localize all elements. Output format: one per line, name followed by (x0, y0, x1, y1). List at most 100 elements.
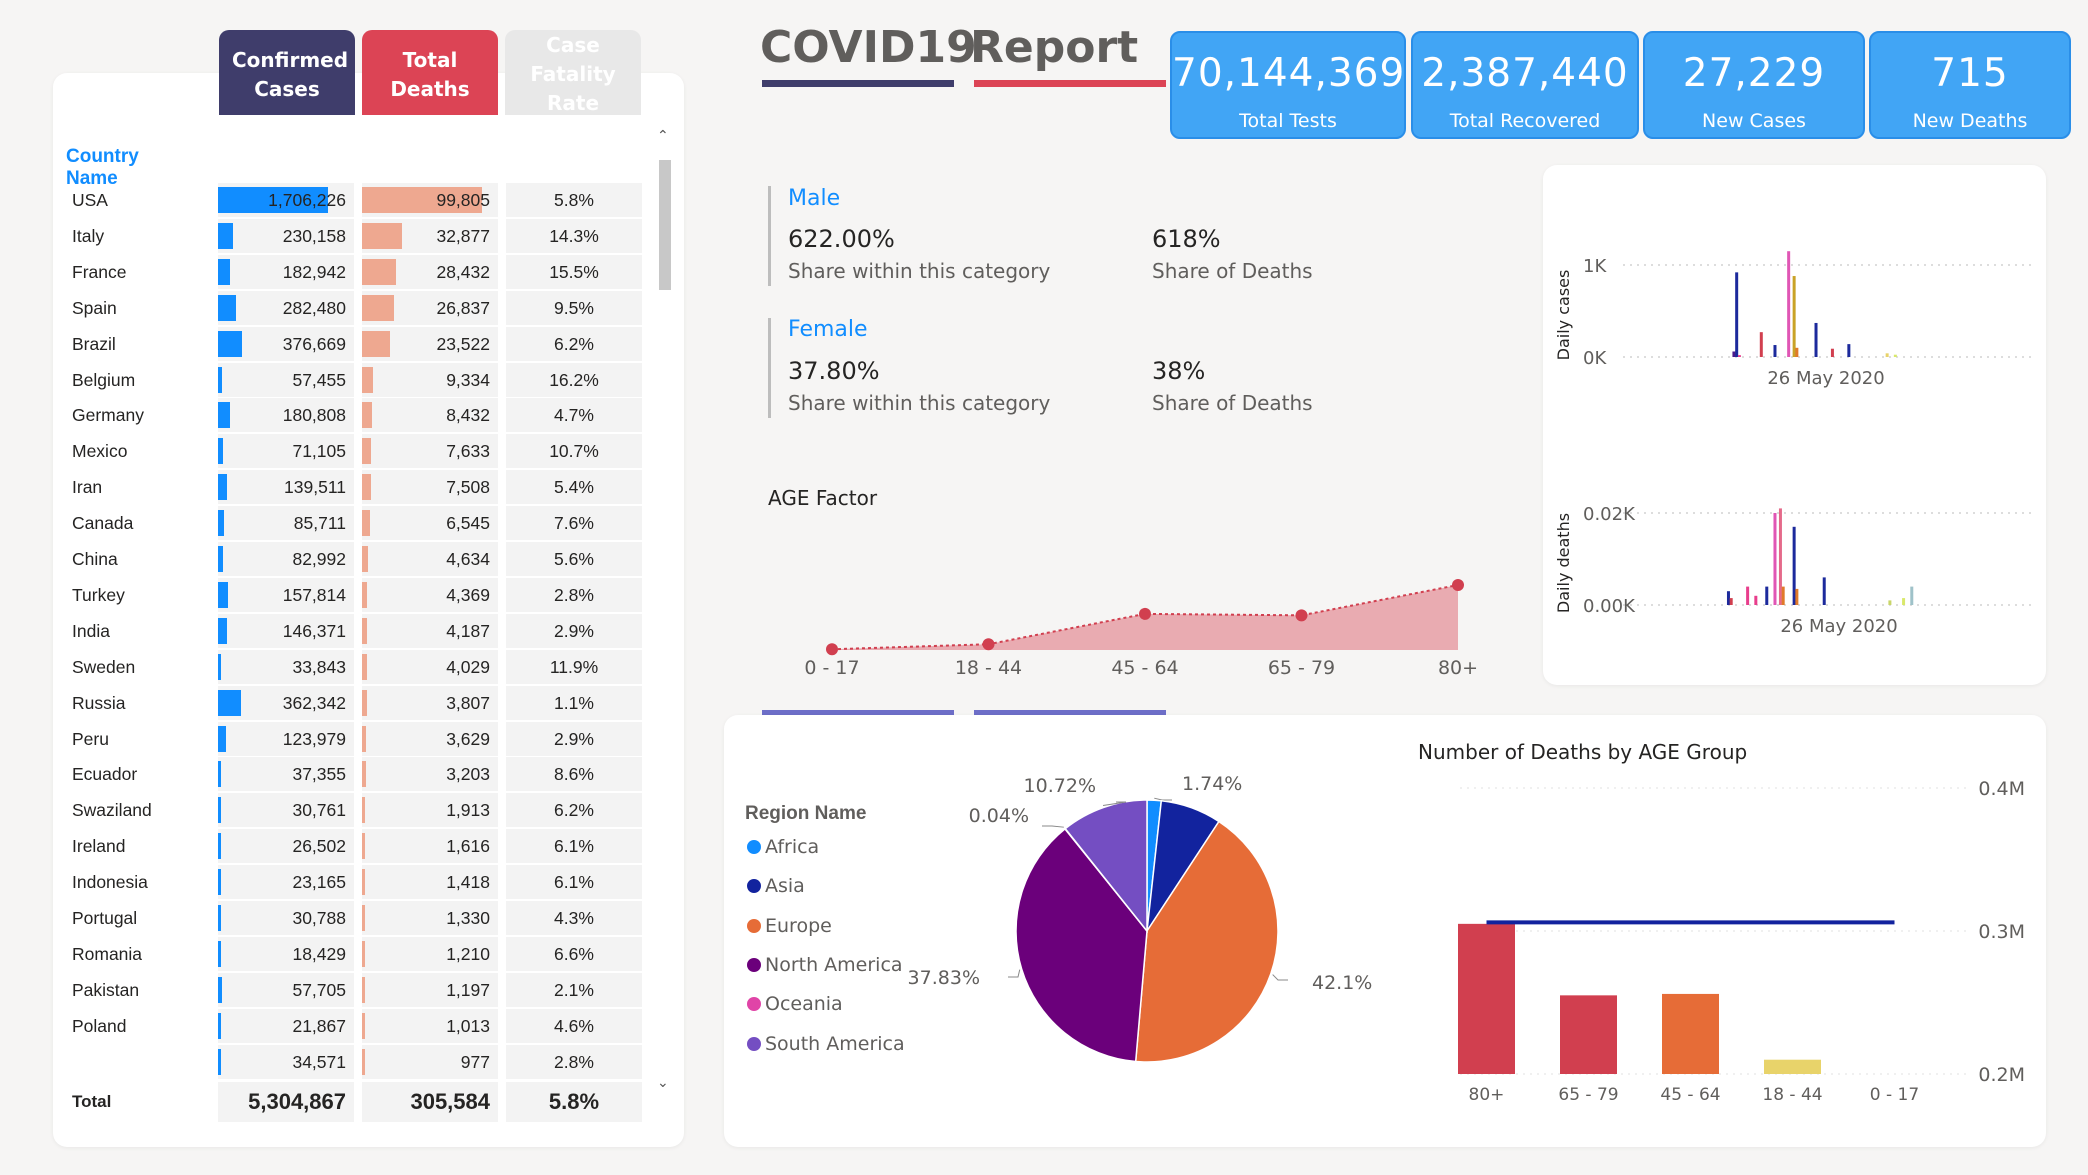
age-factor-point (1452, 579, 1464, 591)
cell-country: Mexico (72, 441, 128, 462)
scroll-up-icon[interactable]: ⌃ (657, 128, 669, 144)
cell-confirmed: 230,158 (218, 218, 354, 253)
confirmed-bar (218, 1048, 221, 1075)
age-factor-chart[interactable]: 0 - 17 18 - 44 45 - 64 65 - 79 80+ (780, 570, 1480, 685)
deaths-bar (362, 510, 370, 537)
case-fatality-rate-header-label: Case Fatality Rate (530, 33, 616, 115)
table-row[interactable]: Ecuador 37,355 3,203 8.6% (60, 757, 642, 792)
confirmed-value: 180,808 (282, 405, 346, 426)
table-scrollbar-thumb[interactable] (659, 160, 671, 290)
table-row[interactable]: Spain 282,480 26,837 9.5% (60, 290, 642, 325)
table-row[interactable]: Pakistan 57,705 1,197 2.1% (60, 972, 642, 1007)
table-row[interactable]: Sweden 33,843 4,029 11.9% (60, 649, 642, 684)
legend-label: Europe (765, 914, 832, 937)
legend-item[interactable]: North America (747, 954, 903, 976)
confirmed-bar (218, 366, 222, 393)
table-row[interactable]: Canada 85,711 6,545 7.6% (60, 506, 642, 541)
table-row[interactable]: Germany 180,808 8,432 4.7% (60, 398, 642, 433)
daily-deaths-x-label: 26 May 2020 (1780, 616, 1897, 637)
confirmed-bar (218, 869, 221, 896)
daily-deaths-bar (1795, 588, 1799, 605)
case-fatality-rate-header[interactable]: Case Fatality Rate (505, 30, 641, 115)
age-deaths-x-label: 65 - 79 (1558, 1085, 1618, 1100)
kpi-new-deaths[interactable]: 715 New Deaths (1869, 31, 2071, 139)
report-title-part1: COVID19 (760, 22, 977, 73)
age-factor-point (982, 638, 995, 651)
daily-cases-bar (1885, 353, 1889, 357)
table-row[interactable]: Russia 362,342 3,807 1.1% (60, 685, 642, 720)
table-row[interactable]: Mexico 71,105 7,633 10.7% (60, 434, 642, 469)
age-deaths-x-label: 80+ (1469, 1085, 1505, 1100)
confirmed-bar (218, 294, 237, 321)
table-row[interactable]: India 146,371 4,187 2.9% (60, 613, 642, 648)
deaths-value: 9,334 (446, 369, 490, 390)
cell-cfr: 1.1% (506, 685, 642, 720)
kpi-total-recovered[interactable]: 2,387,440 Total Recovered (1411, 31, 1639, 139)
table-row[interactable]: Belgium 57,455 9,334 16.2% (60, 362, 642, 397)
legend-item[interactable]: Oceania (747, 993, 843, 1015)
table-row[interactable]: Ireland 26,502 1,616 6.1% (60, 829, 642, 864)
deaths-value: 8,432 (446, 405, 490, 426)
pie-data-label: 1.74% (1182, 773, 1242, 795)
kpi-total-tests[interactable]: 70,144,369 Total Tests (1170, 31, 1406, 139)
table-row[interactable]: France 182,942 28,432 15.5% (60, 254, 642, 289)
cell-confirmed: 30,788 (218, 901, 354, 935)
table-row[interactable]: China 82,992 4,634 5.6% (60, 542, 642, 576)
table-row[interactable]: Brazil 376,669 23,522 6.2% (60, 326, 642, 361)
daily-deaths-bar (1781, 586, 1785, 605)
cell-confirmed: 139,511 (218, 470, 354, 505)
daily-cases-bar (1830, 348, 1834, 357)
cell-cfr: 8.6% (506, 757, 642, 792)
female-deaths-label: Share of Deaths (1152, 391, 1313, 415)
kpi-new-cases[interactable]: 27,229 New Cases (1643, 31, 1865, 139)
male-deaths-share: 618% (1152, 225, 1221, 253)
table-row[interactable]: Iran 139,511 7,508 5.4% (60, 470, 642, 505)
legend-dot (747, 997, 761, 1012)
scroll-down-icon[interactable]: ⌄ (657, 1075, 669, 1091)
cell-confirmed: 123,979 (218, 721, 354, 756)
deaths-bar (362, 546, 368, 572)
deaths-bar (362, 940, 365, 967)
male-share-label: Share within this category (788, 259, 1051, 283)
kpi-value: 2,387,440 (1421, 51, 1629, 96)
legend-item[interactable]: Europe (747, 915, 832, 937)
cell-country: Italy (72, 225, 105, 246)
cell-deaths: 4,187 (362, 613, 498, 648)
legend-item[interactable]: Africa (747, 836, 819, 858)
age-deaths-bar (1662, 993, 1719, 1074)
table-row[interactable]: Swaziland 30,761 1,913 6.2% (60, 793, 642, 828)
table-row[interactable]: Peru 123,979 3,629 2.9% (60, 721, 642, 756)
deaths-bar (362, 402, 373, 429)
cell-deaths: 3,203 (362, 757, 498, 792)
table-row[interactable]: Italy 230,158 32,877 14.3% (60, 218, 642, 253)
cell-country: Poland (72, 1015, 127, 1036)
legend-item[interactable]: South America (747, 1033, 905, 1055)
daily-cases-x-label: 26 May 2020 (1767, 368, 1884, 389)
table-row[interactable]: Indonesia 23,165 1,418 6.1% (60, 865, 642, 900)
daily-cases-bar (1787, 251, 1791, 357)
age-deaths-chart[interactable]: 0.4M 0.3M 0.2M 80+ 65 - 79 45 - 64 18 - 44 0 - … (1430, 770, 2030, 1100)
confirmed-value: 123,979 (282, 728, 346, 749)
table-row[interactable]: Portugal 30,788 1,330 4.3% (60, 901, 642, 935)
daily-deaths-tick-bottom: 0.00K (1583, 596, 1636, 617)
total-deaths-header[interactable]: Total Deaths (362, 30, 498, 115)
table-row[interactable]: 34,571 977 2.8% (60, 1044, 642, 1079)
table-row[interactable]: Turkey 157,814 4,369 2.8% (60, 577, 642, 612)
legend-item[interactable]: Asia (747, 875, 805, 897)
cell-deaths: 28,432 (362, 254, 498, 289)
table-row[interactable]: Romania 18,429 1,210 6.6% (60, 936, 642, 971)
cell-country: Sweden (72, 656, 136, 677)
daily-charts[interactable]: Daily cases 1K 0K 26 May 2020 Daily deaths 0.… (1543, 165, 2046, 685)
cell-cfr: 5.4% (506, 470, 642, 505)
deaths-value: 4,029 (446, 656, 490, 677)
age-factor-x-label: 45 - 64 (1111, 657, 1178, 679)
deaths-bar (362, 438, 372, 465)
total-confirmed: 5,304,867 (218, 1082, 354, 1122)
region-pie-chart[interactable]: 1.74% 42.1% 37.83% 0.04% 10.72% (900, 770, 1380, 1100)
title-underline-navy (762, 80, 954, 87)
table-row[interactable]: Poland 21,867 1,013 4.6% (60, 1008, 642, 1043)
table-row[interactable]: USA 1,706,226 99,805 5.8% (60, 183, 642, 217)
age-factor-title: AGE Factor (768, 486, 878, 510)
confirmed-cases-header[interactable]: Confirmed Cases (219, 30, 355, 115)
pie-data-label: 42.1% (1312, 972, 1372, 994)
